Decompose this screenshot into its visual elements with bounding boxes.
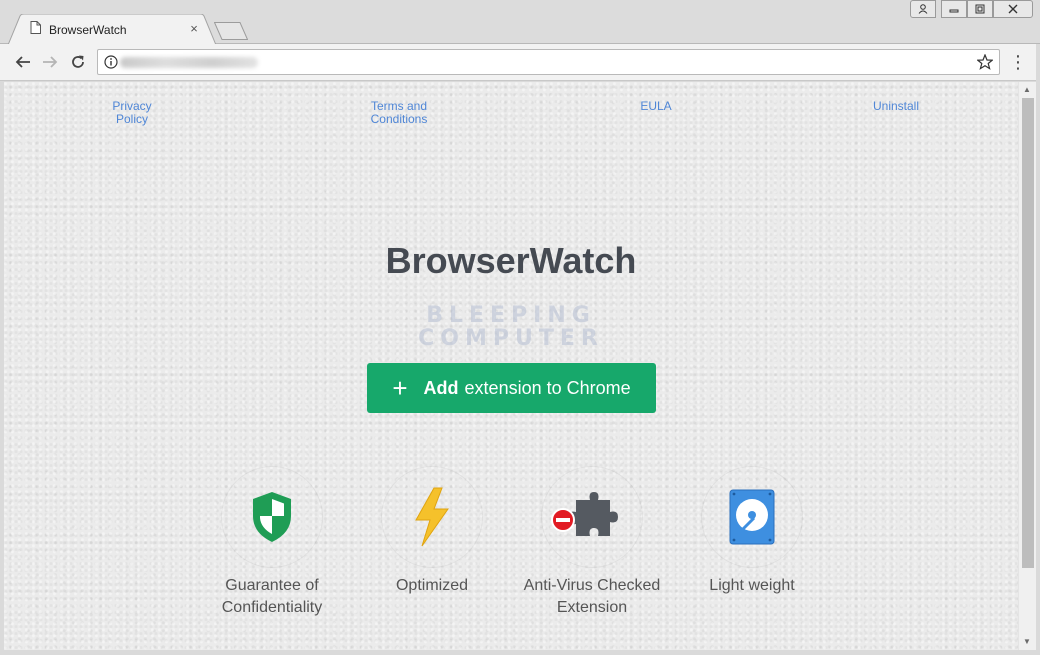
user-icon xyxy=(918,4,928,14)
maximize-button[interactable] xyxy=(967,0,993,18)
toolbar: ⋮ xyxy=(0,44,1040,81)
menu-button[interactable]: ⋮ xyxy=(1008,52,1028,72)
shield-icon xyxy=(253,492,291,542)
info-icon[interactable] xyxy=(104,55,118,69)
feature-confidentiality: Guarantee of Confidentiality xyxy=(192,466,352,619)
add-extension-button[interactable]: + Add extension to Chrome xyxy=(367,363,656,413)
back-arrow-icon xyxy=(15,56,30,68)
feature-icon-circle xyxy=(701,466,803,568)
feature-icon-circle xyxy=(221,466,323,568)
forward-arrow-icon xyxy=(43,56,58,68)
uninstall-link[interactable]: Uninstall xyxy=(861,100,931,113)
scroll-up-arrow-icon[interactable]: ▲ xyxy=(1023,85,1031,94)
scroll-thumb[interactable] xyxy=(1022,98,1034,568)
close-icon xyxy=(1008,4,1018,14)
maximize-icon xyxy=(975,4,985,14)
close-tab-icon[interactable]: × xyxy=(187,22,201,36)
scroll-down-arrow-icon[interactable]: ▼ xyxy=(1023,637,1031,646)
feature-icon-circle xyxy=(541,466,643,568)
watermark-line1: BLEEPING xyxy=(426,303,596,328)
feature-label: Anti-Virus Checked Extension xyxy=(523,577,661,616)
url-text-blurred xyxy=(120,57,258,68)
address-bar[interactable] xyxy=(97,49,1000,75)
feature-label: Optimized xyxy=(395,577,469,594)
feature-antivirus: Anti-Virus Checked Extension xyxy=(512,466,672,619)
watermark-line2: COMPUTER xyxy=(418,326,604,351)
window-border-bottom xyxy=(0,650,1040,655)
feature-light-weight: Light weight xyxy=(672,466,832,597)
page-title: BrowserWatch xyxy=(385,240,637,281)
reload-button[interactable] xyxy=(68,52,88,72)
tab-title: BrowserWatch xyxy=(49,23,127,37)
feature-optimized: Optimized xyxy=(352,466,512,597)
feature-label: Guarantee of Confidentiality xyxy=(221,577,323,616)
vertical-scrollbar[interactable]: ▲ ▼ xyxy=(1018,82,1036,650)
reload-icon xyxy=(72,55,84,68)
forward-button[interactable] xyxy=(40,52,60,72)
profile-button[interactable] xyxy=(910,0,936,18)
lightning-icon xyxy=(415,487,449,547)
page-icon xyxy=(30,21,41,39)
minimize-button[interactable] xyxy=(941,0,967,18)
eula-link[interactable]: EULA xyxy=(632,100,680,113)
add-button-text: extension to Chrome xyxy=(464,377,631,398)
hard-drive-icon xyxy=(729,489,775,545)
add-button-bold-text: Add xyxy=(423,377,459,398)
star-bookmark-icon[interactable] xyxy=(977,54,993,70)
title-bar: BrowserWatch × xyxy=(0,0,1040,45)
back-button[interactable] xyxy=(13,52,33,72)
plus-icon: + xyxy=(392,373,408,403)
page-viewport: Privacy Policy Terms and Conditions EULA… xyxy=(4,82,1018,650)
feature-icon-circle xyxy=(381,466,483,568)
tab-content: BrowserWatch xyxy=(30,20,127,40)
new-tab-button[interactable] xyxy=(214,22,248,40)
menu-icon: ⋮ xyxy=(1009,51,1027,72)
close-window-button[interactable] xyxy=(993,0,1033,18)
puzzle-icon xyxy=(551,492,618,536)
feature-label: Light weight xyxy=(709,577,795,594)
window-border-right xyxy=(1036,44,1040,655)
privacy-policy-link[interactable]: Privacy Policy xyxy=(106,100,158,126)
terms-link[interactable]: Terms and Conditions xyxy=(361,100,437,126)
minimize-icon xyxy=(949,9,959,13)
